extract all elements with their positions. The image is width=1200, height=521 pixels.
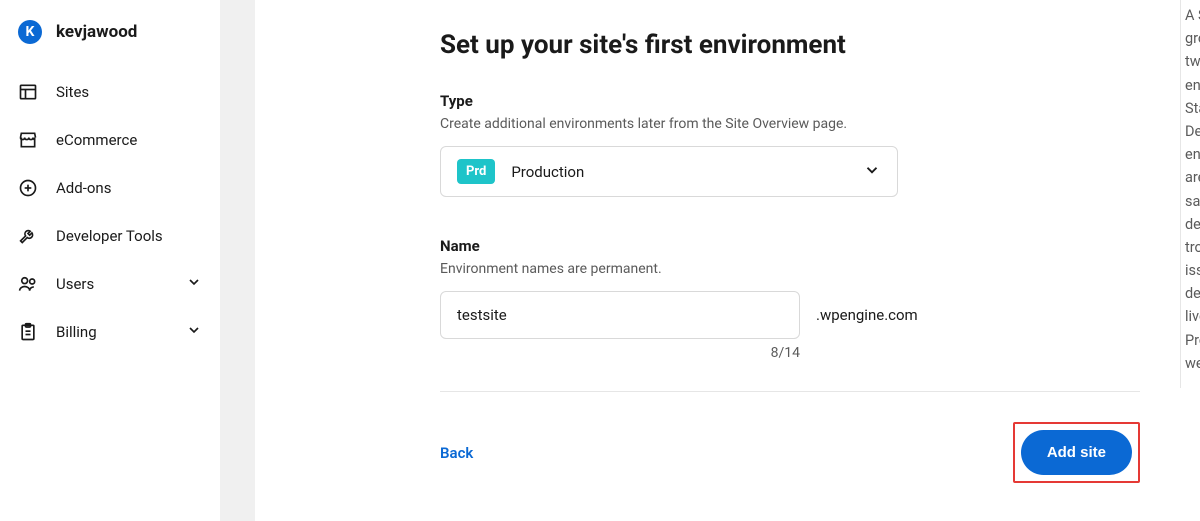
info-panel: A Site is a group of one, two, or three …	[1180, 0, 1200, 388]
sidebar-item-label: Add-ons	[56, 179, 202, 197]
name-label: Name	[440, 237, 1140, 255]
sites-icon	[18, 82, 38, 102]
page-title: Set up your site's first environment	[440, 30, 1140, 60]
chevron-down-icon	[186, 274, 202, 294]
sidebar-item-sites[interactable]: Sites	[0, 68, 220, 116]
users-icon	[18, 274, 38, 294]
char-count: 8/14	[440, 345, 800, 361]
brand-name: kevjawood	[56, 22, 137, 42]
sidebar-item-addons[interactable]: Add-ons	[0, 164, 220, 212]
dropdown-selected-value: Production	[511, 163, 863, 181]
back-link[interactable]: Back	[440, 444, 473, 462]
env-badge: Prd	[457, 159, 495, 184]
add-site-button[interactable]: Add site	[1021, 430, 1132, 475]
sidebar-item-billing[interactable]: Billing	[0, 308, 220, 356]
chevron-down-icon	[186, 322, 202, 342]
content: Set up your site's first environment Typ…	[255, 0, 1180, 521]
sidebar-item-label: Billing	[56, 323, 186, 341]
type-label: Type	[440, 92, 1140, 110]
sidebar: K kevjawood Sites eCommerce Add-ons Deve…	[0, 0, 220, 521]
plus-circle-icon	[18, 178, 38, 198]
sidebar-item-label: eCommerce	[56, 131, 202, 149]
sidebar-item-developer-tools[interactable]: Developer Tools	[0, 212, 220, 260]
sidebar-item-label: Developer Tools	[56, 227, 202, 245]
store-icon	[18, 130, 38, 150]
info-text: A Site is a group of one, two, or three …	[1185, 4, 1200, 375]
form-footer: Back Add site	[440, 392, 1140, 483]
brand[interactable]: K kevjawood	[0, 20, 220, 68]
name-help: Environment names are permanent.	[440, 261, 1140, 277]
sidebar-item-users[interactable]: Users	[0, 260, 220, 308]
type-help: Create additional environments later fro…	[440, 116, 1140, 132]
highlight-annotation: Add site	[1013, 422, 1140, 483]
sidebar-item-ecommerce[interactable]: eCommerce	[0, 116, 220, 164]
environment-name-input[interactable]	[440, 291, 800, 339]
main: Set up your site's first environment Typ…	[255, 0, 1200, 521]
brand-icon: K	[18, 20, 42, 44]
environment-type-dropdown[interactable]: Prd Production	[440, 146, 898, 197]
domain-suffix: .wpengine.com	[816, 306, 918, 324]
chevron-down-icon	[863, 161, 881, 183]
sidebar-gutter	[220, 0, 255, 521]
wrench-icon	[18, 226, 38, 246]
clipboard-icon	[18, 322, 38, 342]
sidebar-item-label: Users	[56, 275, 186, 293]
name-row: .wpengine.com	[440, 291, 1140, 339]
sidebar-item-label: Sites	[56, 83, 202, 101]
